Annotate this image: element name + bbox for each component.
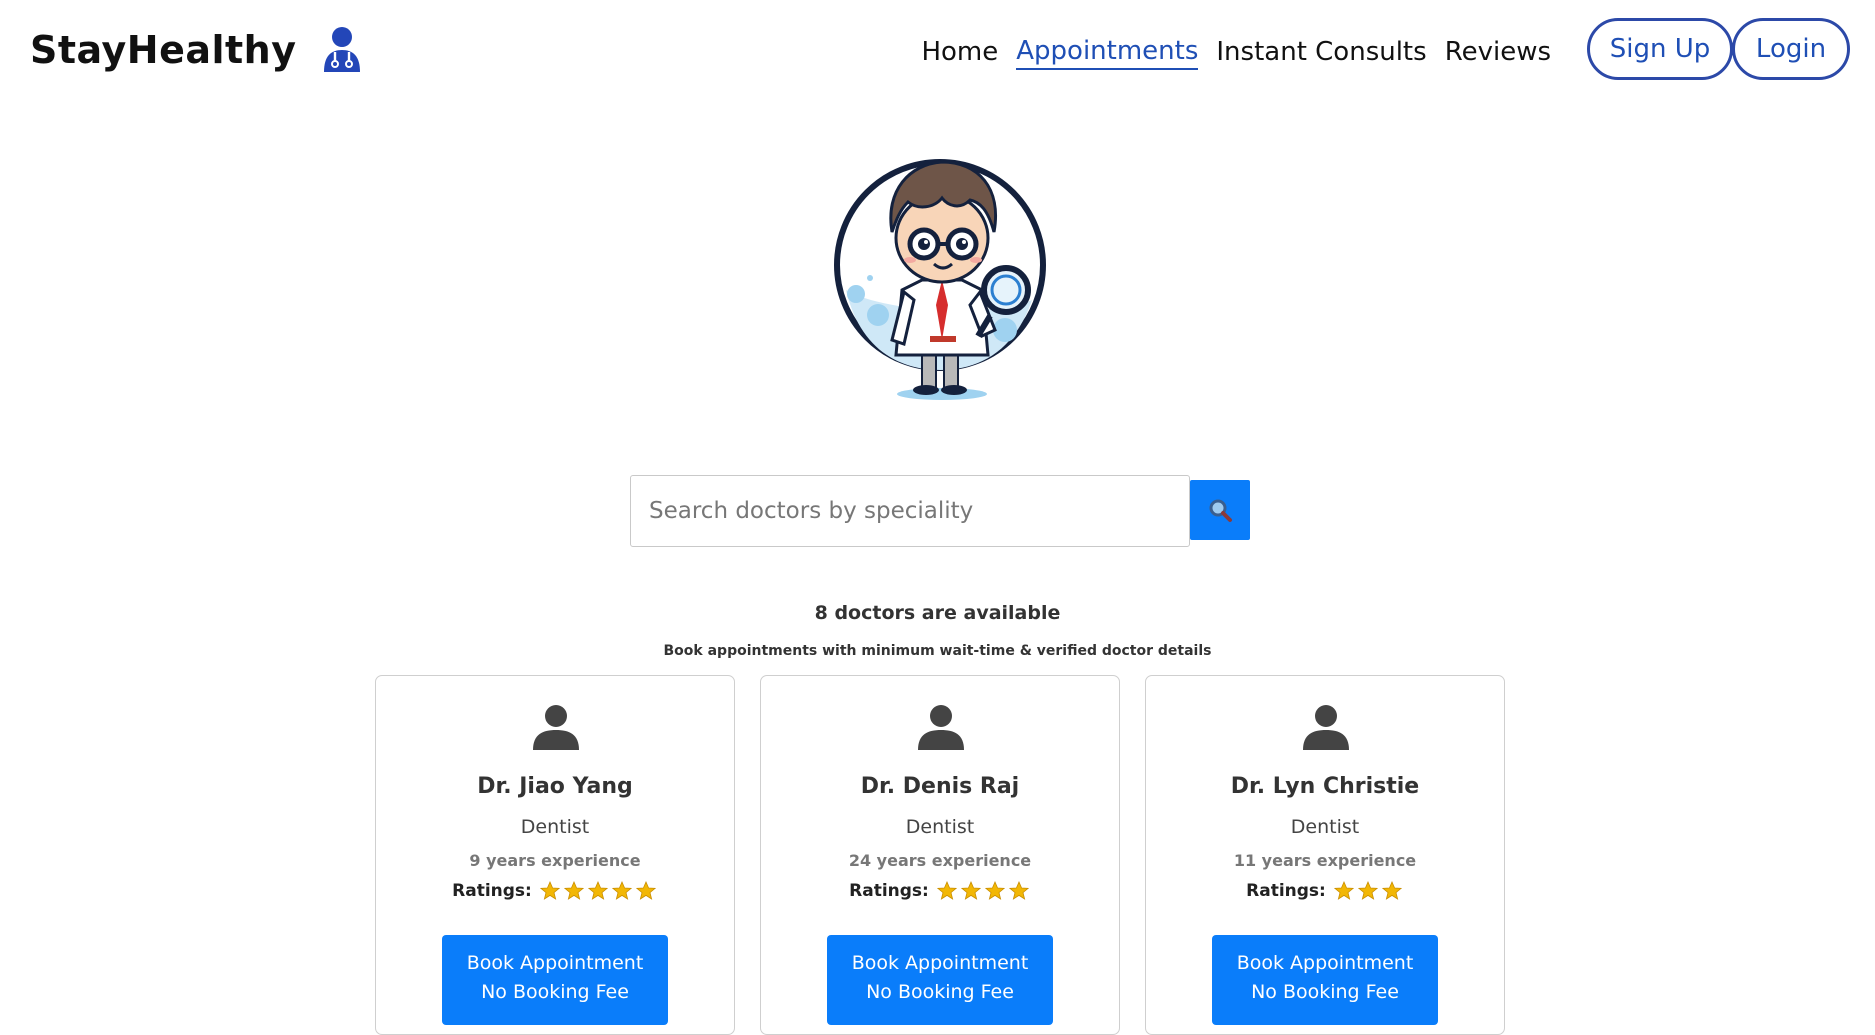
person-icon: [533, 705, 579, 750]
book-button-line2: No Booking Fee: [1251, 981, 1399, 1003]
book-appointment-button[interactable]: Book Appointment No Booking Fee: [1212, 935, 1438, 1025]
star-icon: [960, 881, 981, 900]
star-icon: [936, 881, 957, 900]
person-icon: [918, 705, 964, 750]
book-appointment-button[interactable]: Book Appointment No Booking Fee: [827, 935, 1053, 1025]
star-icon: [1381, 881, 1402, 900]
doctor-name: Dr. Jiao Yang: [477, 774, 633, 799]
star-icon: [539, 881, 560, 900]
star-icon: [611, 881, 632, 900]
nav-reviews[interactable]: Reviews: [1445, 35, 1551, 69]
doctor-experience: 24 years experience: [848, 851, 1032, 870]
doctor-name: Dr. Denis Raj: [860, 774, 1020, 799]
sign-up-button[interactable]: Sign Up: [1587, 18, 1733, 80]
book-button-line2: No Booking Fee: [866, 981, 1014, 1003]
star-icon: [984, 881, 1005, 900]
doctor-ratings: Ratings:: [1146, 881, 1504, 901]
ratings-label: Ratings:: [849, 881, 929, 901]
person-icon: [1303, 705, 1349, 750]
brand[interactable]: StayHealthy: [30, 26, 363, 74]
doctor-speciality: Dentist: [520, 816, 590, 838]
doctor-card: Dr. Jiao Yang Dentist 9 years experience…: [375, 675, 735, 1035]
ratings-label: Ratings:: [452, 881, 532, 901]
navbar: StayHealthy Home Appointments Instant Co…: [0, 0, 1875, 102]
doctor-experience: 11 years experience: [1233, 851, 1417, 870]
doctor-ratings: Ratings:: [376, 881, 734, 901]
book-button-line2: No Booking Fee: [481, 981, 629, 1003]
doctor-person-icon: [323, 27, 360, 72]
star-icon: [1333, 881, 1354, 900]
doctor-cartoon-image: [834, 159, 1046, 400]
star-icon: [635, 881, 656, 900]
nav-home[interactable]: Home: [921, 35, 998, 69]
ratings-label: Ratings:: [1246, 881, 1326, 901]
book-button-line1: Book Appointment: [1236, 952, 1414, 974]
book-button-line1: Book Appointment: [466, 952, 644, 974]
magnifier-icon: [1209, 499, 1232, 522]
nav-appointments[interactable]: Appointments: [1016, 34, 1199, 70]
brand-name[interactable]: StayHealthy: [30, 28, 297, 72]
star-icon: [1357, 881, 1378, 900]
star-icon: [563, 881, 584, 900]
login-button[interactable]: Login: [1732, 18, 1850, 80]
doctor-speciality: Dentist: [1290, 816, 1360, 838]
star-icon: [1008, 881, 1029, 900]
nav-instant-consults[interactable]: Instant Consults: [1216, 35, 1426, 69]
star-icon: [587, 881, 608, 900]
availability-subtitle: Book appointments with minimum wait-time…: [663, 643, 1212, 659]
doctor-card: Dr. Lyn Christie Dentist 11 years experi…: [1145, 675, 1505, 1035]
doctor-experience: 9 years experience: [469, 851, 641, 870]
nav-links: Home Appointments Instant Consults Revie…: [903, 34, 1551, 70]
doctor-name: Dr. Lyn Christie: [1230, 774, 1420, 799]
search-input[interactable]: [630, 475, 1190, 547]
search-button[interactable]: [1190, 480, 1250, 540]
book-button-line1: Book Appointment: [851, 952, 1029, 974]
doctor-card: Dr. Denis Raj Dentist 24 years experienc…: [760, 675, 1120, 1035]
book-appointment-button[interactable]: Book Appointment No Booking Fee: [442, 935, 668, 1025]
doctor-ratings: Ratings:: [761, 881, 1119, 901]
doctor-speciality: Dentist: [905, 816, 975, 838]
availability-title: 8 doctors are available: [814, 602, 1061, 624]
